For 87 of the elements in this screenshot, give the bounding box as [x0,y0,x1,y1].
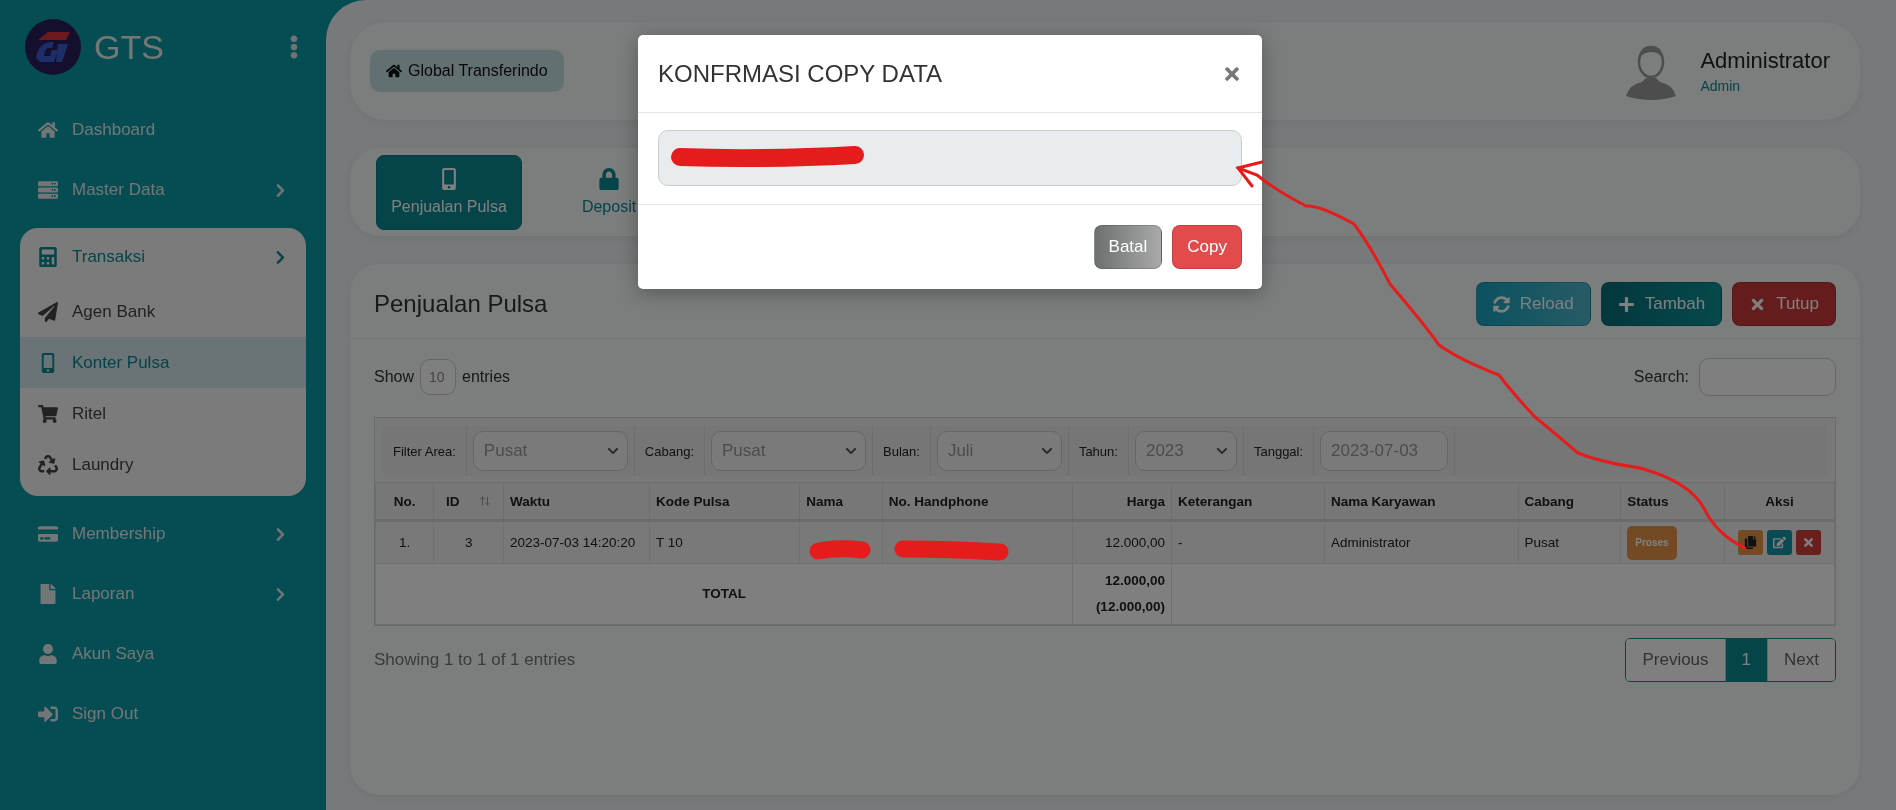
column-header[interactable]: Cabang [1518,482,1621,521]
filter-label: Tahun: [1068,426,1129,476]
column-header[interactable]: Kode Pulsa [649,482,800,521]
tab[interactable]: Penjualan Pulsa [376,154,522,230]
search-label: Search: [1633,368,1689,386]
sidebar-item[interactable]: Konter Pulsa [20,337,306,388]
user-name: Administrator [1700,48,1830,74]
caret-icon [845,445,857,457]
entries-info: Showing 1 to 1 of 1 entries [374,650,576,670]
user-icon [38,644,58,664]
show-label: Show [374,368,415,386]
card-icon [38,524,58,544]
sidebar-item[interactable]: Ritel [20,388,306,439]
cart-icon [38,403,58,424]
sidebar-item[interactable]: Dashboard [20,100,306,160]
edit-icon [1773,536,1787,550]
entries-label: entries [462,368,511,386]
tab[interactable]: Deposit [536,154,682,230]
action-button[interactable]: Tambah [1600,282,1723,326]
sidebar-item[interactable]: Master Data [20,160,306,220]
column-header[interactable]: Status [1620,482,1725,521]
column-header[interactable]: Nama [799,482,883,521]
refresh-icon [1492,295,1510,313]
total-label: TOTAL [375,563,1073,625]
file-icon [38,584,58,604]
sidebar-item[interactable]: Akun Saya [20,624,306,684]
filter-label: Tanggal: [1243,426,1315,476]
column-header[interactable]: No. [375,482,434,521]
brand-name: GTS [94,27,165,67]
sidebar-item[interactable]: Laundry [20,439,306,490]
logo-icon [24,18,82,76]
table-cell: 3 [433,520,504,564]
close-icon [1802,536,1816,550]
total-value: 12.000,00 (12.000,00) [1072,563,1172,625]
caret-icon [1040,445,1053,457]
table-cell: T 10 [649,520,800,564]
column-header[interactable]: Aksi [1724,482,1835,521]
user-role: Admin [1700,78,1742,94]
column-header[interactable]: Keterangan [1171,482,1325,521]
page-title: Penjualan Pulsa [374,290,548,318]
column-header[interactable]: No. Handphone [882,482,1073,521]
dialog-title: KONFRMASI COPY DATA [658,59,943,88]
home-icon [386,63,402,79]
dialog-button[interactable]: Batal [1093,225,1163,269]
caret-icon [606,445,619,457]
column-header[interactable]: Nama Karyawan [1324,482,1519,521]
paper-plane-icon [38,301,58,322]
action-button[interactable]: Tutup [1732,282,1836,326]
edit-button[interactable] [1767,530,1793,556]
calculator-icon [38,247,58,267]
sort-icon [479,495,492,507]
sidebar-item[interactable]: Membership [20,504,306,564]
sidebar-item[interactable]: Agen Bank [20,286,306,337]
page-size-field[interactable]: 10 [420,359,457,395]
server-icon [38,180,58,200]
search-field[interactable] [1699,358,1836,396]
sidebar-item[interactable]: Laporan [20,564,306,624]
column-header[interactable]: Harga [1072,482,1172,521]
table-cell: - [1171,520,1325,564]
filter-label: Bulan: [873,426,931,476]
sign-out-icon [38,704,58,724]
table-cell: 1. [375,520,434,564]
sidebar-item[interactable]: Sign Out [20,684,306,744]
sidebar-item[interactable]: Transaksi [20,228,306,286]
column-header[interactable]: Waktu [503,482,650,521]
next-button[interactable]: Next [1767,639,1835,681]
table-cell: 2023-07-03 14:20:20 [503,520,650,564]
delete-button[interactable] [1796,530,1822,556]
status-badge: Proses [1627,525,1677,560]
caret-icon [1215,445,1228,457]
table-cell: Pusat [1518,520,1621,564]
dialog-button[interactable]: Copy [1172,225,1242,269]
column-header[interactable]: ID [433,482,504,521]
copy-icon [1744,536,1758,550]
home-icon [38,120,58,140]
plus-icon [1617,295,1635,313]
copy-button[interactable] [1738,530,1764,556]
filter-label: Filter Area: [383,426,467,476]
lock-icon [598,168,620,190]
page-button[interactable]: 1 [1724,639,1768,681]
redaction-mark [809,540,871,560]
breadcrumb[interactable]: Global Transferindo [370,50,564,92]
filter-label: Cabang: [634,426,705,476]
table-cell: Administrator [1324,520,1519,564]
table-cell: 12.000,00 [1072,520,1172,564]
recycle-icon [38,454,58,475]
action-button[interactable]: Reload [1475,282,1591,326]
